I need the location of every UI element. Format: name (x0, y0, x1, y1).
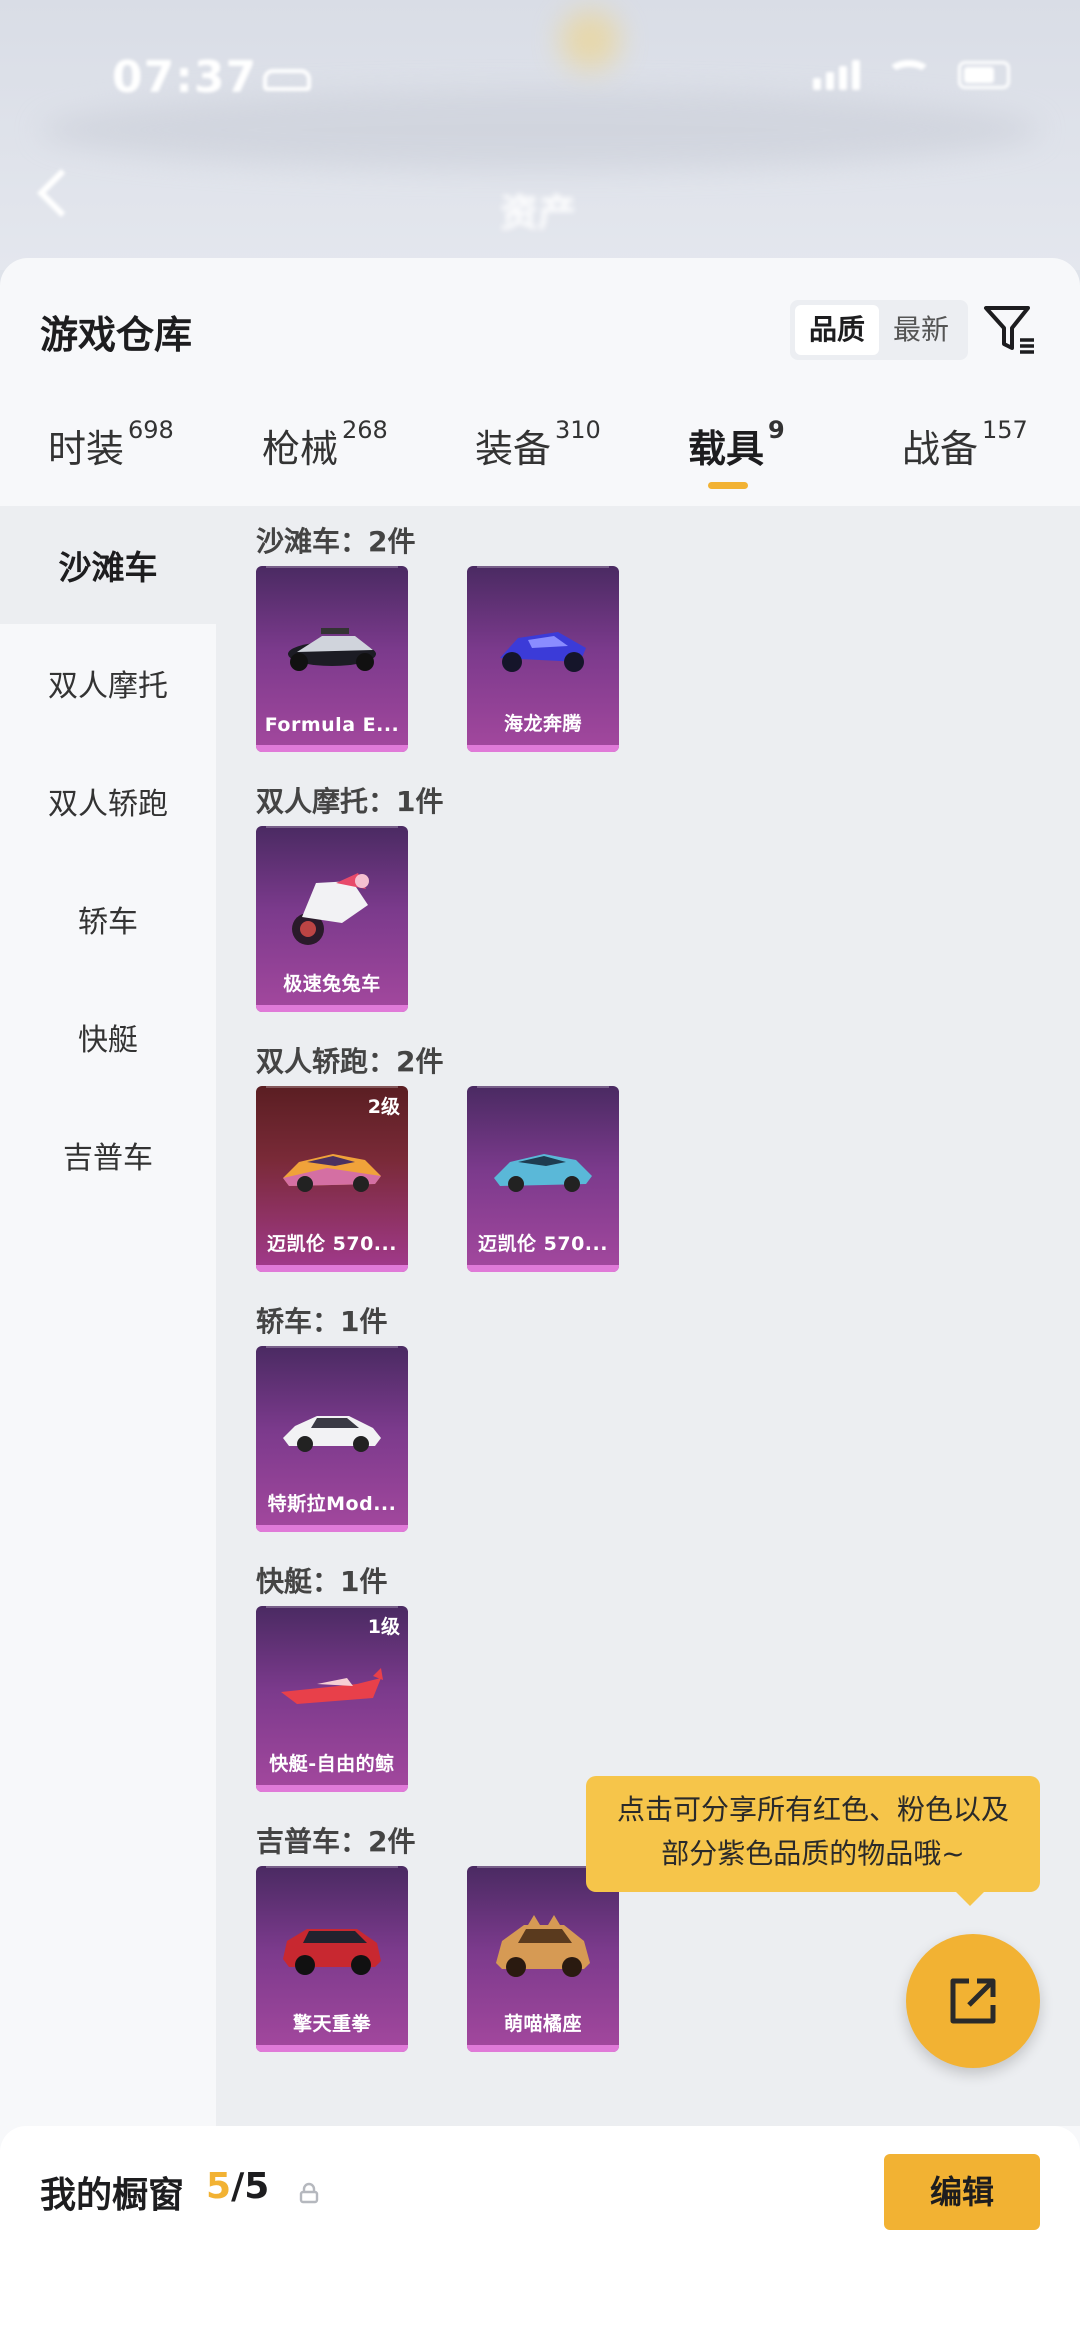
tab-fashion[interactable]: 时装 698 (48, 416, 174, 473)
group-title-sedan: 轿车：1件 (256, 1305, 388, 1338)
vehicle-name: 迈凯伦 570... (478, 1233, 608, 1255)
filter-icon[interactable] (982, 302, 1038, 358)
cat-car-icon (496, 1914, 590, 1977)
vehicle-name: 擎天重拳 (292, 2013, 371, 2035)
sidebar-item-sedan[interactable]: 轿车 (0, 860, 216, 978)
supercar-icon (494, 1153, 592, 1192)
showcase-title: 我的橱窗 (40, 2175, 185, 2216)
tab-supplies[interactable]: 战备 157 (902, 416, 1028, 473)
sidebar-item-jeep[interactable]: 吉普车 (0, 1096, 216, 1214)
share-button[interactable] (906, 1934, 1040, 2068)
sort-option-quality[interactable]: 品质 (795, 305, 880, 355)
category-tabs: 时装 698 枪械 268 装备 310 载具 9 战备 157 (0, 416, 1080, 498)
showcase-bar: 我的橱窗 5/5 编辑 (0, 2126, 1080, 2346)
jeep-icon (283, 1928, 381, 1975)
vehicle-name: 特斯拉Mod... (267, 1493, 397, 1515)
signal-icon (813, 60, 860, 90)
sidebar-item-two-seat-coupe[interactable]: 双人轿跑 (0, 742, 216, 860)
tab-vehicles[interactable]: 载具 9 (688, 416, 785, 473)
status-time: 07:37 (112, 52, 312, 103)
vehicle-name: 快艇-自由的鲸 (269, 1753, 395, 1775)
vehicle-card[interactable]: Formula E... (256, 566, 408, 752)
group-title-two-seat-motorcycle: 双人摩托：1件 (256, 785, 444, 818)
vehicle-card[interactable]: 海龙奔腾 (467, 566, 619, 752)
vehicle-card[interactable]: 迈凯伦 570... (467, 1086, 619, 1272)
vehicle-name: Formula E... (264, 714, 400, 736)
sort-option-newest[interactable]: 最新 (879, 305, 963, 355)
vehicle-card[interactable]: 特斯拉Mod... (256, 1346, 408, 1532)
share-icon (950, 1978, 996, 2024)
vehicle-card[interactable]: 1级 快艇-自由的鲸 (256, 1606, 408, 1792)
group-title-two-seat-coupe: 双人轿跑：2件 (256, 1045, 444, 1078)
vehicle-name: 迈凯伦 570... (267, 1233, 397, 1255)
vehicle-card[interactable]: 擎天重拳 (256, 1866, 408, 2052)
sidebar-item-two-seat-motorcycle[interactable]: 双人摩托 (0, 624, 216, 742)
speedboat-icon (281, 1667, 383, 1704)
sedan-icon (283, 1415, 381, 1452)
back-chevron-icon[interactable] (36, 168, 86, 218)
status-icons (813, 60, 1010, 90)
sort-toggle: 品质 最新 (790, 300, 969, 360)
vehicle-name: 萌喵橘座 (503, 2013, 582, 2035)
edit-button[interactable]: 编辑 (884, 2154, 1040, 2230)
group-title-speedboat: 快艇：1件 (256, 1565, 388, 1598)
buggy-icon (500, 631, 586, 672)
supercar-icon (283, 1153, 381, 1192)
vehicle-name: 海龙奔腾 (503, 713, 582, 735)
sidebar-item-beach-buggy[interactable]: 沙滩车 (0, 506, 216, 624)
showcase-count: 5/5 (206, 2166, 270, 2207)
vehicle-level-badge: 2级 (367, 1096, 400, 1118)
group-title-jeep: 吉普车：2件 (256, 1825, 416, 1858)
share-tooltip: 点击可分享所有红色、粉色以及 部分紫色品质的物品哦~ (586, 1776, 1040, 1906)
tooltip-line-2: 部分紫色品质的物品哦~ (661, 1837, 965, 1870)
car-mode-icon (263, 69, 312, 91)
vehicle-level-badge: 1级 (367, 1616, 400, 1638)
blurred-avatar (560, 10, 620, 70)
sidebar-item-speedboat[interactable]: 快艇 (0, 978, 216, 1096)
vehicle-name: 极速兔兔车 (283, 973, 381, 995)
warehouse-title: 游戏仓库 (40, 313, 193, 357)
warehouse-sheet: 游戏仓库 品质 最新 时装 698 枪械 268 装备 310 载具 9 战备 157 沙… (0, 258, 1080, 2346)
background-header: 07:37 资产 (0, 0, 1080, 270)
tab-weapons[interactable]: 枪械 268 (262, 416, 388, 473)
tab-equipment[interactable]: 装备 310 (475, 416, 601, 473)
vehicle-type-sidebar: 沙滩车 双人摩托 双人轿跑 轿车 快艇 吉普车 (0, 506, 216, 2126)
vehicle-card[interactable]: 极速兔兔车 (256, 826, 408, 1012)
group-title-beach-buggy: 沙滩车：2件 (256, 525, 416, 558)
tooltip-line-1: 点击可分享所有红色、粉色以及 (616, 1793, 1009, 1826)
formula-car-icon (288, 627, 376, 671)
vehicle-card[interactable]: 2级 迈凯伦 570... (256, 1086, 408, 1272)
page-title: 资产 (500, 191, 577, 235)
lock-icon (299, 2182, 319, 2204)
wifi-icon (886, 60, 932, 90)
motorcycle-icon (292, 872, 369, 945)
battery-icon (958, 61, 1010, 89)
active-tab-indicator (708, 482, 748, 489)
warehouse-header: 游戏仓库 品质 最新 (0, 258, 1080, 360)
vehicle-card[interactable]: 萌喵橘座 (467, 1866, 619, 2052)
